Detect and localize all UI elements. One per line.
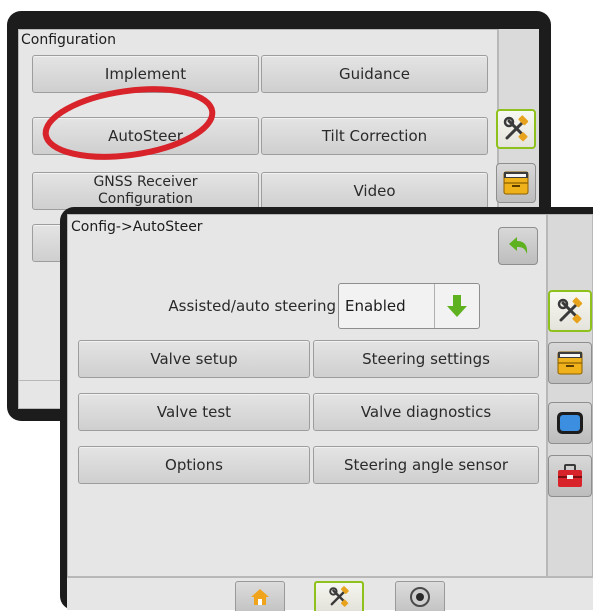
tools-icon[interactable] <box>548 290 592 332</box>
side-rail <box>547 214 593 577</box>
video-button[interactable]: Video <box>261 172 488 210</box>
autosteer-button[interactable]: AutoSteer <box>32 117 259 155</box>
page-title: Config->AutoSteer <box>71 219 203 235</box>
options-button[interactable]: Options <box>78 446 310 484</box>
assisted-steering-label: Assisted/auto steering <box>168 297 336 315</box>
red-toolbox-icon[interactable] <box>548 455 592 497</box>
assisted-steering-dropdown[interactable]: Enabled <box>338 283 480 329</box>
file-cabinet-icon[interactable] <box>496 163 536 203</box>
chevron-down-icon[interactable] <box>435 284 479 328</box>
valve-test-button[interactable]: Valve test <box>78 393 310 431</box>
gnss-receiver-configuration-button[interactable]: GNSS Receiver Configuration <box>32 172 259 210</box>
valve-diagnostics-button[interactable]: Valve diagnostics <box>313 393 539 431</box>
camera-icon[interactable] <box>395 581 445 611</box>
steering-angle-sensor-button[interactable]: Steering angle sensor <box>313 446 539 484</box>
bottom-tab-bar <box>67 577 593 611</box>
back-arrow-button[interactable] <box>498 227 538 265</box>
guidance-button[interactable]: Guidance <box>261 55 488 93</box>
back-arrow-icon <box>509 237 528 254</box>
autosteer-screen: Config->AutoSteer Assisted/auto steering… <box>60 207 593 611</box>
valve-setup-button[interactable]: Valve setup <box>78 340 310 378</box>
home-icon[interactable] <box>235 581 285 611</box>
assisted-steering-value: Enabled <box>339 284 435 328</box>
tools-icon[interactable] <box>496 109 536 149</box>
steering-settings-button[interactable]: Steering settings <box>313 340 539 378</box>
blue-screen-icon[interactable] <box>548 402 592 444</box>
file-cabinet-icon[interactable] <box>548 342 592 384</box>
page-title: Configuration <box>21 32 116 48</box>
autosteer-panel: Config->AutoSteer Assisted/auto steering… <box>67 214 547 577</box>
tilt-correction-button[interactable]: Tilt Correction <box>261 117 488 155</box>
implement-button[interactable]: Implement <box>32 55 259 93</box>
tools-icon[interactable] <box>314 581 364 611</box>
